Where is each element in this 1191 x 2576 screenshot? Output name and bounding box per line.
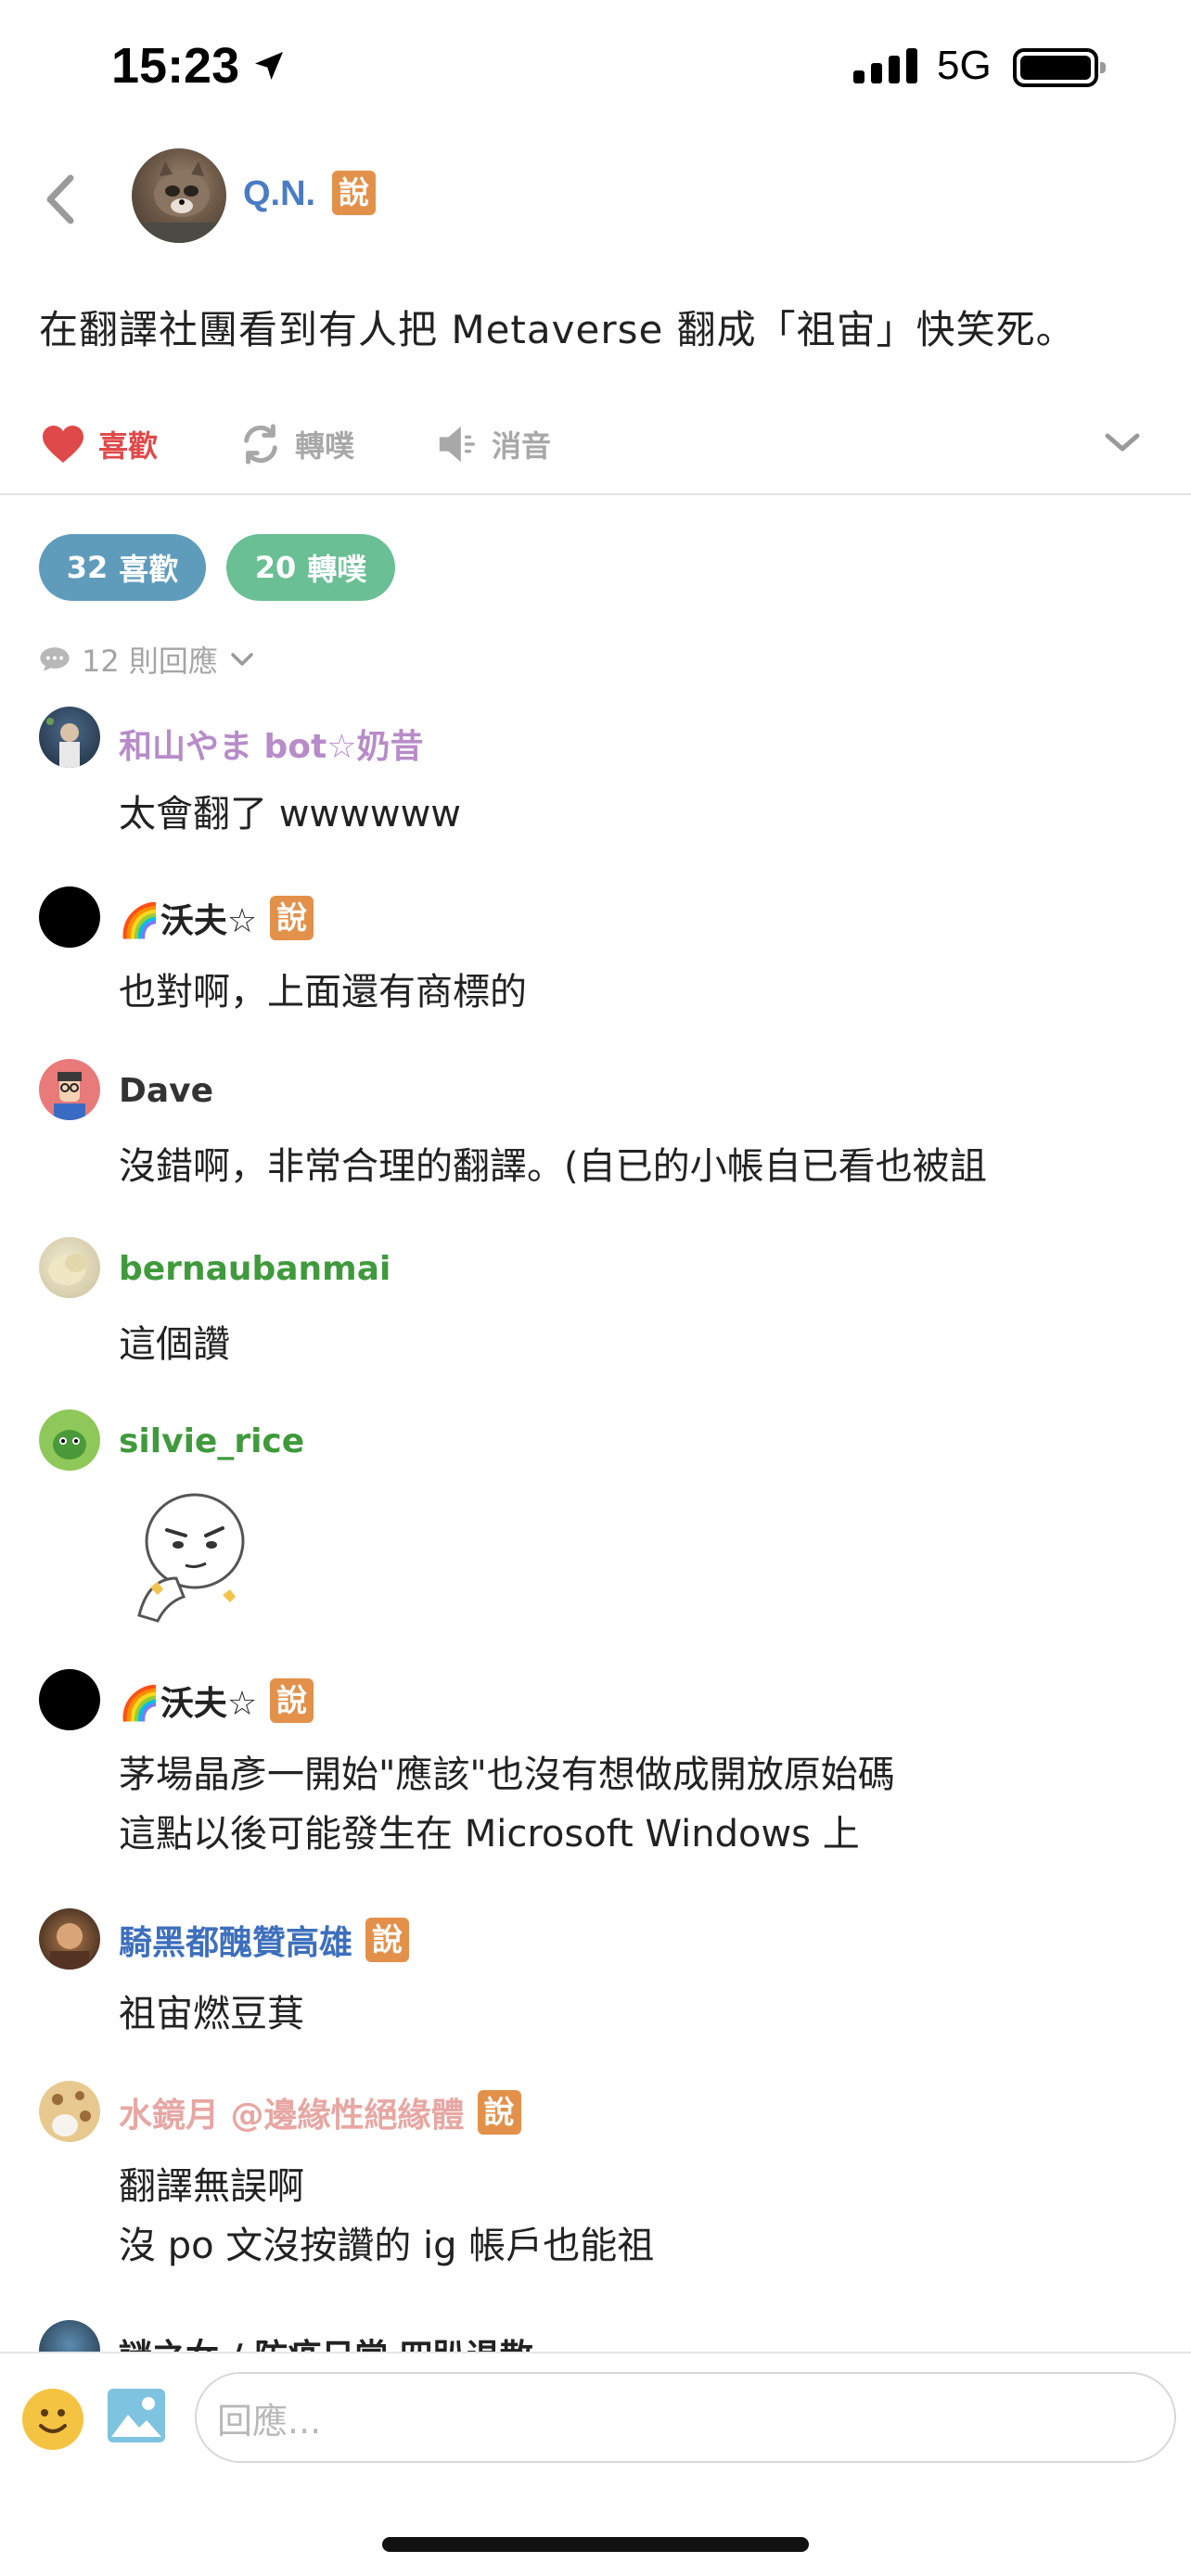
like-button[interactable]: 喜歡 <box>41 423 158 465</box>
smug-face-sticker <box>137 1493 245 1623</box>
mute-button[interactable]: 消音 <box>436 423 551 465</box>
responder-name-text: 🌈沃夫☆ <box>119 902 258 940</box>
reply-count-toggle[interactable]: 12 則回應 <box>39 638 255 681</box>
responder-name[interactable]: 和山やま bot☆奶昔 <box>119 720 424 768</box>
response-text: 太會翻了 wwwwww <box>119 793 462 835</box>
responder-name[interactable]: Dave <box>119 1072 213 1110</box>
responder-name-text: 水鏡月 @邊緣性絕緣體 <box>119 2097 465 2135</box>
response-text-line: 沒 po 文沒按讚的 ig 帳戶也能祖 <box>119 2225 655 2267</box>
image-icon[interactable] <box>106 2387 167 2444</box>
speaker-icon <box>439 426 475 463</box>
chevron-down-icon <box>231 653 253 666</box>
poster-avatar[interactable] <box>132 148 226 243</box>
status-bar: 15:23 5G <box>0 0 1191 139</box>
heart-icon <box>43 426 83 463</box>
post-actions: 喜歡 轉噗 消音 <box>0 415 1191 480</box>
responder-name[interactable]: 🌈沃夫☆ 說 <box>119 894 314 942</box>
replurk-label: 轉噗 <box>295 428 355 464</box>
likes-count: 32 <box>66 550 109 585</box>
says-badge: 說 <box>477 2090 521 2135</box>
reply-input[interactable]: 回應... <box>195 2372 1176 2463</box>
chevron-down-icon[interactable] <box>1102 428 1143 456</box>
response-item: 騎黑都醜贊高雄 說 祖宙燃豆萁 <box>0 1908 1191 2047</box>
reply-input-placeholder: 回應... <box>217 2400 322 2442</box>
response-text: 這個讚 <box>119 1323 230 1366</box>
response-item: 水鏡月 @邊緣性絕緣體 說 翻譯無誤啊 沒 po 文沒按讚的 ig 帳戶也能祖 <box>0 2081 1191 2285</box>
replurk-icon <box>244 424 277 465</box>
says-badge: 說 <box>270 896 314 940</box>
responder-avatar[interactable] <box>39 2081 100 2142</box>
says-badge: 說 <box>270 1678 314 1723</box>
says-badge: 說 <box>332 171 376 215</box>
like-label: 喜歡 <box>98 428 159 464</box>
speech-bubble-icon <box>40 647 70 671</box>
likes-count-button[interactable]: 32 喜歡 <box>39 534 206 601</box>
response-item: silvie_rice <box>0 1409 1191 1632</box>
replurks-count-label: 轉噗 <box>307 552 367 587</box>
responder-name-text: 🌈沃夫☆ <box>119 1685 258 1723</box>
responder-avatar[interactable] <box>39 886 100 948</box>
cellular-signal-icon <box>853 45 917 83</box>
responder-name[interactable]: silvie_rice <box>119 1422 304 1460</box>
responder-avatar[interactable] <box>39 707 100 768</box>
responder-avatar[interactable] <box>39 1059 100 1120</box>
response-item: 和山やま bot☆奶昔 太會翻了 wwwwww <box>0 707 1191 846</box>
emoji-icon[interactable] <box>22 2389 83 2450</box>
status-time: 15:23 <box>111 37 288 95</box>
mute-label: 消音 <box>492 428 552 464</box>
location-arrow-icon <box>255 52 284 80</box>
responder-name[interactable]: 謎之女 / 防疫日常 四趴退散 <box>119 2329 533 2352</box>
responder-avatar[interactable] <box>39 1409 100 1471</box>
responder-name-text: Dave <box>119 1072 214 1110</box>
responder-name[interactable]: bernaubanmai <box>119 1250 391 1288</box>
replurk-button[interactable]: 轉噗 <box>239 423 354 465</box>
response-item: 🌈沃夫☆ 說 茅場晶彥一開始"應該"也沒有想做成開放原始碼 這點以後可能發生在 … <box>0 1669 1191 1873</box>
poster-name[interactable]: Q.N. <box>243 174 315 214</box>
responder-avatar[interactable] <box>39 1908 100 1970</box>
reply-bar: 回應... <box>0 2352 1191 2576</box>
response-text-line: 翻譯無誤啊 <box>119 2165 304 2208</box>
responder-name[interactable]: 🌈沃夫☆ 說 <box>119 1677 314 1725</box>
response-item: 謎之女 / 防疫日常 四趴退散 <box>0 2320 1191 2352</box>
response-text: 也對啊，上面還有商標的 <box>119 971 527 1014</box>
post-content: 在翻譯社團看到有人把 Metaverse 翻成「祖宙」快笑死。 <box>39 307 1076 352</box>
responder-avatar[interactable] <box>39 1237 100 1298</box>
responder-avatar[interactable] <box>39 1669 100 1730</box>
responder-name-text: 和山やま bot☆奶昔 <box>119 728 424 766</box>
replurks-count-button[interactable]: 20 轉噗 <box>226 534 395 601</box>
network-type: 5G <box>937 43 992 88</box>
response-text-line: 茅場晶彥一開始"應該"也沒有想做成開放原始碼 <box>119 1753 895 1796</box>
says-badge: 說 <box>365 1918 410 1962</box>
time-text: 15:23 <box>111 38 240 94</box>
responder-name-text: silvie_rice <box>119 1422 305 1460</box>
response-item: 🌈沃夫☆ 說 也對啊，上面還有商標的 <box>0 886 1191 1026</box>
response-text: 祖宙燃豆萁 <box>119 1993 304 2035</box>
reply-count-text: 12 則回應 <box>82 644 218 679</box>
response-item: bernaubanmai 這個讚 <box>0 1237 1191 1376</box>
replurks-count: 20 <box>254 550 297 585</box>
response-item: Dave 沒錯啊，非常合理的翻譯。(自已的小帳自已看也被詛 <box>0 1059 1191 1198</box>
home-indicator <box>382 2537 809 2552</box>
battery-icon <box>1013 48 1106 87</box>
divider <box>0 493 1191 495</box>
responder-avatar[interactable] <box>39 2320 100 2352</box>
responder-name-text: 謎之女 / 防疫日常 四趴退散 <box>119 2329 533 2352</box>
back-chevron-icon[interactable] <box>33 167 89 232</box>
responder-name[interactable]: 水鏡月 @邊緣性絕緣體 說 <box>119 2088 521 2136</box>
post-header: Q.N. 說 <box>0 147 1191 249</box>
response-text: 沒錯啊，非常合理的翻譯。(自已的小帳自已看也被詛 <box>119 1145 987 1188</box>
response-text-line: 這點以後可能發生在 Microsoft Windows 上 <box>119 1813 860 1855</box>
likes-count-label: 喜歡 <box>119 552 179 587</box>
raccoon-avatar-image <box>132 161 226 243</box>
responder-name[interactable]: 騎黑都醜贊高雄 說 <box>119 1916 410 1964</box>
responder-name-text: bernaubanmai <box>119 1250 391 1288</box>
responder-name-text: 騎黑都醜贊高雄 <box>119 1924 353 1962</box>
